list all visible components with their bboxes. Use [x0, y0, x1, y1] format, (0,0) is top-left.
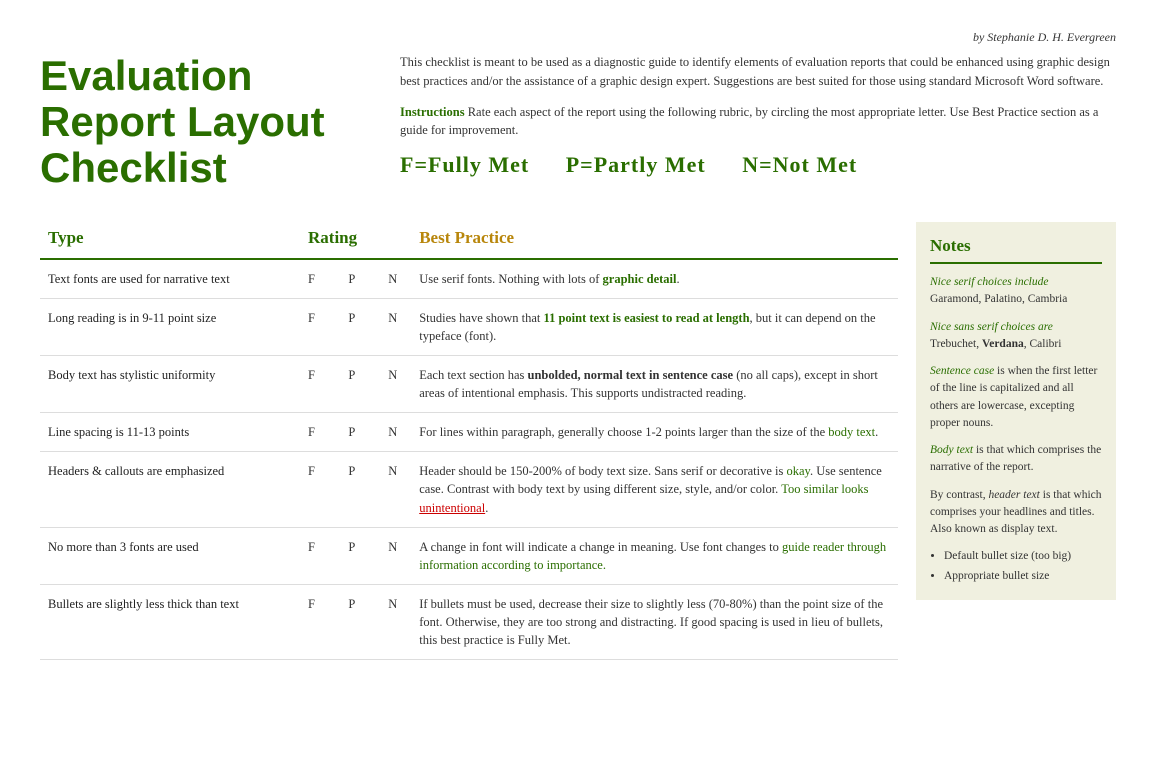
table-row: Bullets are slightly less thick than tex… — [40, 584, 898, 659]
rating-cell-5: F P N — [300, 452, 411, 527]
notes-bullet-1: Default bullet size (too big) — [944, 548, 1102, 565]
notes-serif-label: Nice serif choices include — [930, 276, 1048, 288]
checklist-table: Type Rating Best Practice Text fonts are… — [40, 222, 898, 661]
type-cell-5: Headers & callouts are emphasized — [40, 452, 300, 527]
header-rating: Rating — [300, 222, 411, 259]
notes-sans-label: Nice sans serif choices are — [930, 321, 1053, 333]
type-cell-3: Body text has stylistic uniformity — [40, 355, 300, 412]
bp-cell-4: For lines within paragraph, generally ch… — [411, 413, 898, 452]
bp-cell-5: Header should be 150-200% of body text s… — [411, 452, 898, 527]
notes-panel: Notes Nice serif choices include Garamon… — [916, 222, 1116, 600]
notes-bullet-2: Appropriate bullet size — [944, 568, 1102, 585]
rating-cell-6: F P N — [300, 527, 411, 584]
notes-header-text-label: header text — [988, 489, 1039, 501]
type-cell-6: No more than 3 fonts are used — [40, 527, 300, 584]
title-block: EvaluationReport LayoutChecklist — [40, 53, 360, 192]
bp-cell-7: If bullets must be used, decrease their … — [411, 584, 898, 659]
notes-item-4: Body text is that which comprises the na… — [930, 442, 1102, 477]
bp-cell-6: A change in font will indicate a change … — [411, 527, 898, 584]
notes-item-5: By contrast, header text is that which c… — [930, 487, 1102, 539]
notes-verdana: Verdana — [982, 338, 1024, 350]
byline: by Stephanie D. H. Evergreen — [40, 30, 1116, 45]
notes-item-1: Nice serif choices include Garamond, Pal… — [930, 274, 1102, 309]
bp-cell-3: Each text section has unbolded, normal t… — [411, 355, 898, 412]
table-row: Line spacing is 11-13 points F P N For l… — [40, 413, 898, 452]
instructions-paragraph: Instructions Rate each aspect of the rep… — [400, 103, 1116, 141]
instructions-text: Rate each aspect of the report using the… — [400, 105, 1098, 138]
instructions-label: Instructions — [400, 105, 465, 119]
table-row: Headers & callouts are emphasized F P N … — [40, 452, 898, 527]
notes-item-3: Sentence case is when the first letter o… — [930, 363, 1102, 432]
header-bestpractice: Best Practice — [411, 222, 898, 259]
rubric-line: F=Fully Met P=Partly Met N=Not Met — [400, 152, 1116, 178]
header-type: Type — [40, 222, 300, 259]
rating-cell-1: F P N — [300, 259, 411, 299]
top-section: EvaluationReport LayoutChecklist This ch… — [40, 53, 1116, 192]
table-row: No more than 3 fonts are used F P N A ch… — [40, 527, 898, 584]
type-cell-7: Bullets are slightly less thick than tex… — [40, 584, 300, 659]
rating-cell-4: F P N — [300, 413, 411, 452]
table-row: Text fonts are used for narrative text F… — [40, 259, 898, 299]
bp-cell-1: Use serif fonts. Nothing with lots of gr… — [411, 259, 898, 299]
table-row: Long reading is in 9-11 point size F P N… — [40, 298, 898, 355]
page-title: EvaluationReport LayoutChecklist — [40, 53, 360, 192]
bp-cell-2: Studies have shown that 11 point text is… — [411, 298, 898, 355]
page: by Stephanie D. H. Evergreen EvaluationR… — [0, 0, 1156, 690]
rubric-partly-met: P=Partly Met — [566, 152, 706, 177]
table-section: Type Rating Best Practice Text fonts are… — [40, 222, 1116, 661]
rubric-fully-met: F=Fully Met — [400, 152, 529, 177]
intro-paragraph1: This checklist is meant to be used as a … — [400, 53, 1116, 91]
intro-block: This checklist is meant to be used as a … — [400, 53, 1116, 192]
table-header-row: Type Rating Best Practice — [40, 222, 898, 259]
rating-cell-7: F P N — [300, 584, 411, 659]
rating-cell-3: F P N — [300, 355, 411, 412]
notes-sentence-case-label: Sentence case — [930, 365, 994, 377]
type-cell-1: Text fonts are used for narrative text — [40, 259, 300, 299]
notes-body-text-label: Body text — [930, 444, 973, 456]
table-row: Body text has stylistic uniformity F P N… — [40, 355, 898, 412]
notes-bullets-list: Default bullet size (too big) Appropriat… — [944, 548, 1102, 584]
rating-cell-2: F P N — [300, 298, 411, 355]
notes-title: Notes — [930, 234, 1102, 265]
rubric-not-met: N=Not Met — [742, 152, 857, 177]
notes-item-2: Nice sans serif choices are Trebuchet, V… — [930, 319, 1102, 354]
type-cell-2: Long reading is in 9-11 point size — [40, 298, 300, 355]
type-cell-4: Line spacing is 11-13 points — [40, 413, 300, 452]
